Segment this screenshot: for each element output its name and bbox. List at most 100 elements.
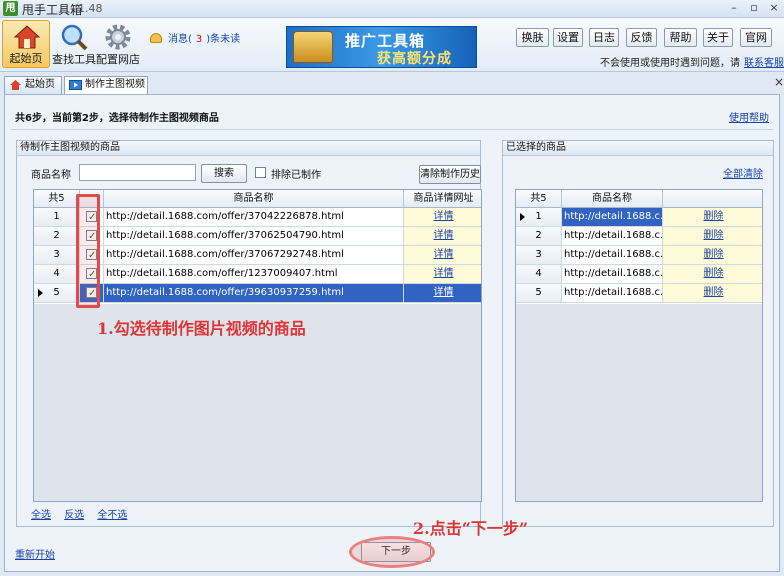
exclude-made-label: 排除已制作 (271, 170, 321, 181)
banner-subline: 获高额分成 (377, 51, 452, 67)
detail-link[interactable]: 详情 (434, 287, 454, 298)
tool-start-page[interactable]: 起始页 (2, 20, 50, 68)
annotation-step-1: 1.勾选待制作图片视频的商品 (97, 319, 306, 338)
column-header-count: 共5 (34, 190, 80, 208)
detail-link[interactable]: 详情 (434, 230, 454, 241)
action-cell: 删除 (663, 227, 762, 246)
app-title: 甩手工具箱 (22, 3, 83, 17)
annotation-step-2: 2.点击“下一步” (413, 519, 529, 538)
product-url[interactable]: http://detail.1688.c... (562, 227, 663, 246)
highlight-checkbox-column (76, 194, 100, 308)
delete-link[interactable]: 删除 (704, 287, 724, 298)
website-button[interactable]: 官网 (740, 28, 772, 47)
main-panel: 共6步，当前第2步，选择待制作主图视频商品 使用帮助 待制作主图视频的商品 商品… (4, 94, 780, 572)
delete-link[interactable]: 删除 (704, 211, 724, 222)
delete-link[interactable]: 删除 (704, 249, 724, 260)
title-bar: 甩 甩手工具箱 1.48 – ▫ × (0, 0, 784, 18)
product-url[interactable]: http://detail.1688.c... (562, 265, 663, 284)
table-row-selected[interactable]: 1 http://detail.1688.c... 删除 (516, 208, 762, 227)
row-number: 5 (34, 284, 80, 303)
detail-cell: 详情 (404, 265, 481, 284)
log-button[interactable]: 日志 (589, 28, 619, 47)
search-button[interactable]: 搜索 (201, 164, 247, 183)
table-row[interactable]: 5 http://detail.1688.c... 删除 (516, 284, 762, 303)
close-tab-icon[interactable]: × (774, 75, 784, 89)
row-pointer-icon (38, 289, 43, 297)
delete-link[interactable]: 删除 (704, 230, 724, 241)
unread-messages[interactable]: 消息(3)条未读 (150, 30, 240, 45)
restart-link[interactable]: 重新开始 (15, 546, 55, 561)
action-cell: 删除 (663, 208, 762, 227)
tab-make-main-video[interactable]: 制作主图视频 (64, 76, 148, 95)
table-row-selected[interactable]: 5 http://detail.1688.com/offer/396309372… (34, 284, 481, 303)
skin-button[interactable]: 换肤 (516, 28, 549, 47)
column-header-detail-url[interactable]: 商品详情网址 (404, 190, 481, 208)
main-toolbar: 起始页 查找工具 配置网店 消息(3)条未读 推广工具箱 获高额分成 换肤 设置… (0, 18, 784, 72)
tab-start-page[interactable]: 起始页 (4, 76, 62, 94)
help-note: 不会使用或使用时遇到问题，请 联系客服 (600, 58, 784, 69)
product-url[interactable]: http://detail.1688.com/offer/39630937259… (104, 284, 404, 303)
treasure-chest-icon (293, 31, 333, 63)
clear-all-link[interactable]: 全部清除 (723, 165, 763, 180)
video-icon (69, 80, 82, 90)
column-header-count: 共5 (516, 190, 562, 208)
product-name-input[interactable] (79, 164, 196, 181)
detail-link[interactable]: 详情 (434, 268, 454, 279)
product-url[interactable]: http://detail.1688.com/offer/37067292748… (104, 246, 404, 265)
table-row[interactable]: 2 http://detail.1688.c... 删除 (516, 227, 762, 246)
select-all-link[interactable]: 全选 (31, 510, 51, 521)
product-url[interactable]: http://detail.1688.com/offer/37062504790… (104, 227, 404, 246)
house-icon (10, 80, 21, 90)
close-window-button[interactable]: × (764, 0, 784, 16)
tool-configure-store[interactable]: 配置网店 (94, 20, 142, 68)
row-number: 4 (516, 265, 562, 284)
table-row[interactable]: 2 http://detail.1688.com/offer/370625047… (34, 227, 481, 246)
table-row[interactable]: 1 http://detail.1688.com/offer/370422268… (34, 208, 481, 227)
row-number: 2 (34, 227, 80, 246)
maximize-button[interactable]: ▫ (744, 0, 764, 16)
table-row[interactable]: 3 http://detail.1688.com/offer/370672927… (34, 246, 481, 265)
minimize-button[interactable]: – (724, 0, 744, 16)
about-button[interactable]: 关于 (703, 28, 733, 47)
unread-count: 3 (195, 34, 203, 45)
gear-icon (105, 24, 131, 50)
promo-banner[interactable]: 推广工具箱 获高额分成 (286, 26, 477, 68)
search-icon (61, 24, 88, 51)
tool-find-tools[interactable]: 查找工具 (50, 20, 98, 68)
step-title: 共6步，当前第2步，选择待制作主图视频商品 (15, 113, 219, 124)
delete-link[interactable]: 删除 (704, 268, 724, 279)
exclude-made-checkbox[interactable] (255, 167, 266, 178)
tab-bar: 起始页 制作主图视频 × (0, 73, 784, 95)
row-number: 1 (516, 208, 562, 227)
product-url[interactable]: http://detail.1688.c... (562, 284, 663, 303)
select-none-link[interactable]: 全不选 (97, 510, 127, 521)
group-title: 待制作主图视频的商品 (17, 141, 480, 156)
column-header-name[interactable]: 商品名称 (104, 190, 404, 208)
column-header-name[interactable]: 商品名称 (562, 190, 663, 208)
home-icon (13, 25, 41, 49)
grid-empty-area (516, 304, 762, 501)
product-url[interactable]: http://detail.1688.com/offer/37042226878… (104, 208, 404, 227)
row-number: 3 (34, 246, 80, 265)
group-title: 已选择的商品 (503, 141, 773, 156)
product-url[interactable]: http://detail.1688.c... (562, 208, 663, 227)
table-row[interactable]: 4 http://detail.1688.c... 删除 (516, 265, 762, 284)
detail-cell: 详情 (404, 227, 481, 246)
app-version: 1.48 (78, 2, 103, 15)
product-url[interactable]: http://detail.1688.com/offer/1237009407.… (104, 265, 404, 284)
use-help-link[interactable]: 使用帮助 (729, 109, 769, 124)
detail-cell: 详情 (404, 284, 481, 303)
feedback-button[interactable]: 反馈 (626, 28, 657, 47)
contact-support-link[interactable]: 联系客服 (744, 58, 784, 69)
settings-button[interactable]: 设置 (553, 28, 583, 47)
invert-selection-link[interactable]: 反选 (64, 510, 84, 521)
detail-link[interactable]: 详情 (434, 249, 454, 260)
help-button[interactable]: 帮助 (664, 28, 697, 47)
product-url[interactable]: http://detail.1688.c... (562, 246, 663, 265)
row-number: 2 (516, 227, 562, 246)
tool-label: 配置网店 (96, 53, 140, 66)
table-row[interactable]: 4 http://detail.1688.com/offer/123700940… (34, 265, 481, 284)
clear-history-button[interactable]: 清除制作历史 (419, 165, 481, 184)
table-row[interactable]: 3 http://detail.1688.c... 删除 (516, 246, 762, 265)
detail-link[interactable]: 详情 (434, 211, 454, 222)
